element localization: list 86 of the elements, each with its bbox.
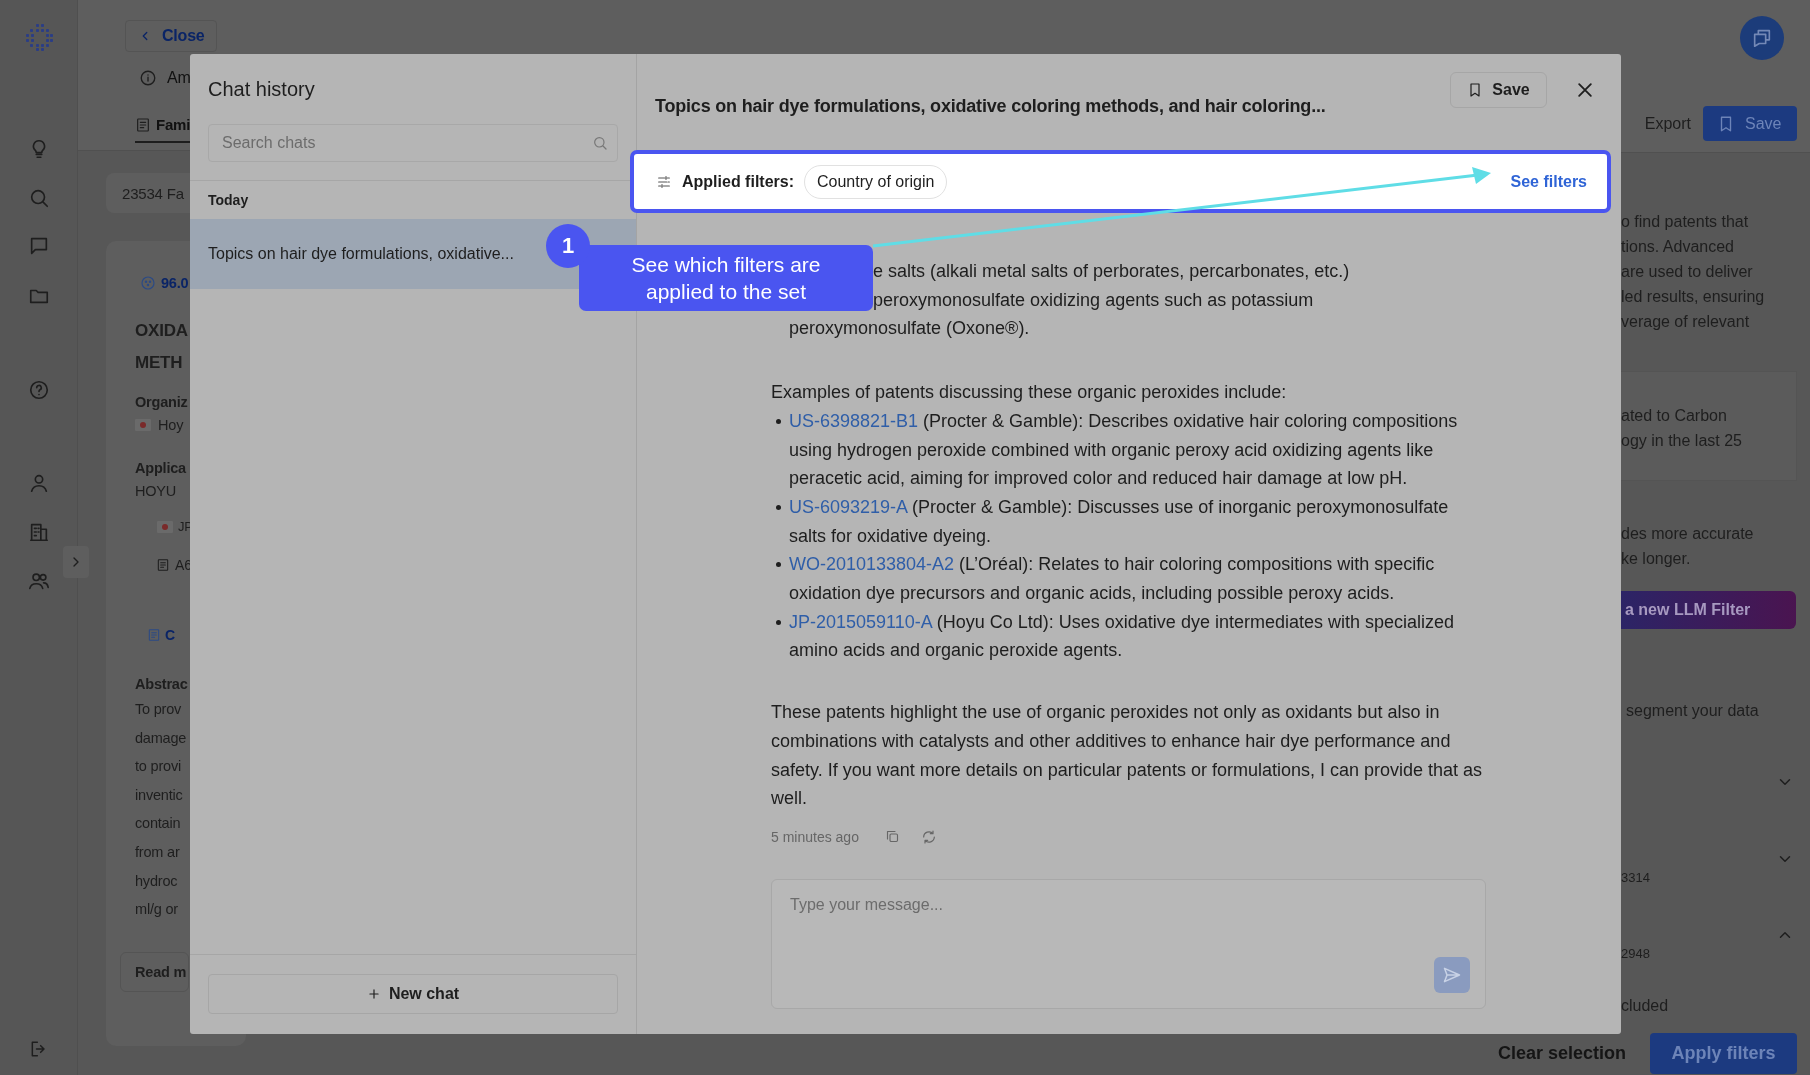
filter-text: cluded	[1621, 996, 1670, 1016]
patent-link[interactable]: US-6093219-A	[789, 496, 908, 517]
bullet-icon	[776, 504, 781, 510]
abstract-text: inventic	[135, 785, 184, 805]
bullet-icon	[776, 418, 781, 424]
chat-bubble-button[interactable]	[1740, 16, 1784, 60]
patent-link[interactable]: JP-2015059110-A	[789, 611, 932, 632]
export-button[interactable]: Export	[1636, 106, 1699, 141]
description-text: verage of relevant	[1621, 312, 1751, 332]
abstract-text: from ar	[135, 842, 181, 862]
result-title: OXIDA	[135, 320, 189, 342]
new-chat-button[interactable]: New chat	[208, 974, 618, 1014]
description-text: led results, ensuring	[1621, 287, 1766, 307]
expand-button[interactable]	[63, 546, 89, 578]
refresh-icon[interactable]	[920, 828, 937, 845]
list-item: US-6093219-A (Procter & Gamble): Discusses use of inorganic peroxymonosulfate salts for oxidative dyeing.	[789, 495, 1450, 548]
message-text: peroxymonosulfate oxidizing agents such as potassium	[873, 288, 1314, 312]
apply-filters-button[interactable]: Apply filters	[1650, 1033, 1797, 1074]
page-title: Am	[167, 69, 191, 87]
description-text: tions. Advanced	[1621, 237, 1735, 257]
save-button[interactable]: Save	[1450, 72, 1547, 108]
description-text: o find patents that	[1621, 212, 1750, 232]
list-item: US-6398821-B1 (Procter & Gamble): Describes oxidative hair coloring compositions using hydrogen peroxide combined with organic peroxy acid oxidizing agents like peracetic acid, aiming for improved color and reduced hair damage at low pH.	[789, 409, 1459, 491]
result-title: METH	[135, 352, 184, 374]
message-text: These patents highlight the use of organic peroxides not only as oxidants but also in combinations with catalysts and other additives to enhance hair dye performance and safety. If you want more details on particular patents or formulations, I can provide that as well.	[771, 701, 1484, 811]
chat-title: Topics on hair dye formulations, oxidative coloring methods, and hair coloring...	[655, 96, 1326, 117]
filter-label: Applied filters:	[682, 172, 794, 191]
field-label: Organiz	[135, 393, 189, 412]
message-field[interactable]: Type your message...	[771, 878, 1486, 1009]
field-value: Hoy	[158, 416, 184, 435]
plus-icon	[366, 987, 381, 1001]
search-field[interactable]: Search chats	[208, 124, 618, 162]
patent-link[interactable]: US-6398821-B1	[789, 410, 919, 431]
see-filters-link[interactable]: See filters	[1510, 172, 1587, 191]
message-text: peroxymonosulfate (Oxone®).	[789, 317, 1030, 341]
send-button[interactable]	[1434, 956, 1470, 993]
field-value: HOYU	[135, 482, 178, 501]
classification-icon	[156, 558, 170, 572]
copy-icon[interactable]	[884, 829, 900, 845]
score-icon	[140, 275, 156, 291]
example-text: ated to Carbon	[1621, 406, 1728, 426]
field-label: Applica	[135, 459, 187, 478]
abstract-text: contain	[135, 814, 182, 834]
list-item: JP-2015059110-A (Hoyu Co Ltd): Uses oxidative dye intermediates with specialized amino acids and organic peroxide agents.	[789, 610, 1456, 663]
abstract-text: hydroc	[135, 871, 179, 891]
read-more-button[interactable]: Read m	[120, 951, 189, 992]
abstract-text: ml/g or	[135, 900, 179, 920]
abstract-text: damage	[135, 728, 188, 748]
abstract-text: To prov	[135, 700, 183, 719]
abstract-text: to provi	[135, 757, 182, 777]
document-button[interactable]: C	[147, 617, 175, 653]
close-button[interactable]: Close	[125, 20, 217, 52]
logo-icon[interactable]	[23, 22, 54, 52]
example-text: ogy in the last 25	[1621, 431, 1743, 451]
tooltip: See which filters are applied to the set	[579, 245, 873, 311]
section-text: segment your data	[1626, 701, 1760, 721]
clear-selection-button[interactable]: Clear selection	[1497, 1043, 1626, 1064]
description-text: are used to deliver	[1621, 262, 1754, 282]
help-icon[interactable]	[27, 379, 50, 401]
chat-bubbles-icon	[1751, 27, 1773, 49]
patent-link[interactable]: WO-2010133804-A2	[789, 554, 955, 575]
count-text: 2948	[1621, 946, 1651, 962]
bullet-icon	[776, 562, 781, 568]
flag-icon	[157, 521, 173, 533]
bullet-icon	[776, 619, 781, 625]
list-item: WO-2010133804-A2 (L’Oréal): Relates to hair coloring compositions with specific oxidation dye precursors and organic acids, including possible peroxy acids.	[789, 553, 1436, 606]
note-text: ke longer.	[1621, 549, 1692, 569]
note-text: des more accurate	[1621, 524, 1755, 544]
search-icon	[592, 135, 608, 151]
field-label: Abstrac	[135, 675, 189, 694]
building-icon[interactable]	[27, 521, 50, 543]
flag-icon	[135, 419, 151, 431]
count-text: 3314	[1621, 870, 1651, 886]
close-icon[interactable]	[1575, 80, 1595, 100]
score-text: 96.0	[161, 275, 189, 291]
message-text: e salts (alkali metal salts of perborates, percarbonates, etc.)	[873, 260, 1350, 283]
panel-title: Chat history	[207, 77, 316, 102]
sliders-icon	[656, 173, 672, 190]
users-icon[interactable]	[27, 570, 50, 592]
document-icon	[135, 116, 151, 133]
info-icon	[139, 69, 157, 87]
document-icon	[147, 628, 161, 642]
llm-filter-button[interactable]: a new LLM Filter	[1621, 591, 1796, 629]
timestamp: 5 minutes ago	[771, 827, 859, 847]
message-text: Examples of patents discussing these organic peroxides include:	[771, 381, 1288, 405]
save-button[interactable]: Save	[1703, 106, 1797, 141]
